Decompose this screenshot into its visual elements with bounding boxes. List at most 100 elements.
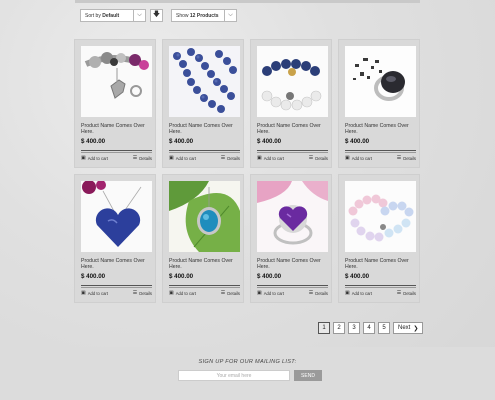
product-price: $ 400.00 xyxy=(81,273,106,280)
product-name[interactable]: Product Name Comes Over Here. xyxy=(169,258,241,270)
details-button[interactable]: ☰ Details xyxy=(308,290,328,297)
chevron-down-icon: ⌵ xyxy=(133,10,145,21)
details-button[interactable]: ☰ Details xyxy=(132,290,152,297)
product-card[interactable]: Product Name Comes Over Here. $ 400.00 ▣… xyxy=(338,174,420,303)
details-button[interactable]: ☰ Details xyxy=(396,290,416,297)
list-icon: ☰ xyxy=(396,155,402,161)
add-to-cart-button[interactable]: ▣ Add to cart xyxy=(257,155,284,162)
send-button[interactable]: SEND xyxy=(294,370,322,381)
product-image[interactable] xyxy=(169,181,240,252)
sort-prefix: Sort by xyxy=(85,12,101,19)
top-divider xyxy=(75,0,420,3)
page-5-button[interactable]: 5 xyxy=(378,322,390,334)
product-card[interactable]: Product Name Comes Over Here. $ 400.00 ▣… xyxy=(250,174,332,303)
heart-pendant-image xyxy=(81,181,152,252)
show-count-select[interactable]: Show 12 Products ⌵ xyxy=(171,9,237,22)
page-3-button[interactable]: 3 xyxy=(348,322,360,334)
add-to-cart-button[interactable]: ▣ Add to cart xyxy=(257,290,284,297)
pastel-bracelets-image xyxy=(345,181,416,252)
product-card[interactable]: Product Name Comes Over Here. $ 400.00 ▣… xyxy=(250,39,332,168)
cart-icon: ▣ xyxy=(169,155,174,161)
product-card[interactable]: Product Name Comes Over Here. $ 400.00 ▣… xyxy=(74,174,156,303)
product-card[interactable]: Product Name Comes Over Here. $ 400.00 ▣… xyxy=(74,39,156,168)
list-icon: ☰ xyxy=(132,155,138,161)
cart-icon: ▣ xyxy=(257,155,262,161)
product-image[interactable] xyxy=(345,181,416,252)
turquoise-pendant-image xyxy=(169,181,240,252)
divider xyxy=(345,150,416,151)
details-button[interactable]: ☰ Details xyxy=(220,290,240,297)
add-to-cart-button[interactable]: ▣ Add to cart xyxy=(81,291,108,297)
divider xyxy=(345,287,416,288)
details-button[interactable]: ☰ Details xyxy=(308,155,328,162)
list-icon: ☰ xyxy=(220,155,226,161)
chevron-right-icon: ❯ xyxy=(413,325,419,332)
product-card[interactable]: Product Name Comes Over Here. $ 400.00 ▣… xyxy=(162,39,244,168)
cart-icon: ▣ xyxy=(81,155,86,161)
product-image[interactable] xyxy=(345,46,416,117)
product-price: $ 400.00 xyxy=(345,138,370,145)
stone-ring-image xyxy=(345,46,416,117)
divider xyxy=(169,285,240,286)
product-name[interactable]: Product Name Comes Over Here. xyxy=(169,123,241,135)
add-to-cart-button[interactable]: ▣ Add to cart xyxy=(345,291,372,297)
show-prefix: Show xyxy=(176,12,189,19)
divider xyxy=(257,150,328,151)
email-input[interactable]: Your email here xyxy=(178,370,290,381)
product-name[interactable]: Product Name Comes Over Here. xyxy=(257,123,329,135)
divider xyxy=(169,150,240,151)
add-to-cart-button[interactable]: ▣ Add to cart xyxy=(169,291,196,297)
list-icon: ☰ xyxy=(308,290,314,296)
details-button[interactable]: ☰ Details xyxy=(220,155,240,162)
add-to-cart-button[interactable]: ▣ Add to cart xyxy=(345,156,372,162)
list-icon: ☰ xyxy=(132,290,138,296)
product-image[interactable] xyxy=(169,46,240,117)
sort-direction-button[interactable]: 🡇 xyxy=(150,9,163,22)
product-price: $ 400.00 xyxy=(257,138,282,145)
charm-bracelet-image xyxy=(81,46,152,117)
add-to-cart-button[interactable]: ▣ Add to cart xyxy=(169,155,196,162)
chevron-down-icon: ⌵ xyxy=(224,10,236,21)
product-name[interactable]: Product Name Comes Over Here. xyxy=(81,123,153,135)
pagination: 1 2 3 4 5 Next ❯ xyxy=(318,322,424,334)
product-toolbar: Sort by Default ⌵ 🡇 Show 12 Products ⌵ xyxy=(80,9,237,22)
divider xyxy=(257,285,328,286)
list-icon: ☰ xyxy=(220,290,226,296)
bead-bracelet-image xyxy=(257,46,328,117)
divider xyxy=(257,152,328,153)
arrow-down-icon: 🡇 xyxy=(152,11,161,18)
product-name[interactable]: Product Name Comes Over Here. xyxy=(81,258,153,270)
product-image[interactable] xyxy=(257,46,328,117)
list-icon: ☰ xyxy=(396,290,402,296)
list-icon: ☰ xyxy=(308,155,314,161)
product-price: $ 400.00 xyxy=(81,138,106,145)
page-2-button[interactable]: 2 xyxy=(333,322,345,334)
product-image[interactable] xyxy=(257,181,328,252)
add-to-cart-button[interactable]: ▣ Add to cart xyxy=(81,155,108,162)
divider xyxy=(81,150,152,151)
product-name[interactable]: Product Name Comes Over Here. xyxy=(257,258,329,270)
product-card[interactable]: Product Name Comes Over Here. $ 400.00 ▣… xyxy=(338,39,420,168)
product-image[interactable] xyxy=(81,46,152,117)
details-button[interactable]: ☰ Details xyxy=(132,155,152,162)
page-4-button[interactable]: 4 xyxy=(363,322,375,334)
divider xyxy=(345,285,416,286)
next-page-button[interactable]: Next ❯ xyxy=(393,322,424,334)
sort-select[interactable]: Sort by Default ⌵ xyxy=(80,9,146,22)
product-name[interactable]: Product Name Comes Over Here. xyxy=(345,123,417,135)
show-value: 12 Products xyxy=(189,12,219,19)
divider xyxy=(169,287,240,288)
cart-icon: ▣ xyxy=(257,290,262,296)
details-button[interactable]: ☰ Details xyxy=(396,155,416,162)
divider xyxy=(345,152,416,153)
divider xyxy=(81,285,152,286)
signup-title: SIGN UP FOR OUR MAILING LIST: xyxy=(198,359,297,365)
divider xyxy=(81,287,152,288)
sort-value: Default xyxy=(102,12,120,19)
divider xyxy=(169,152,240,153)
product-price: $ 400.00 xyxy=(169,273,194,280)
product-image[interactable] xyxy=(81,181,152,252)
product-card[interactable]: Product Name Comes Over Here. $ 400.00 ▣… xyxy=(162,174,244,303)
page-1-button[interactable]: 1 xyxy=(318,322,330,334)
product-name[interactable]: Product Name Comes Over Here. xyxy=(345,258,417,270)
